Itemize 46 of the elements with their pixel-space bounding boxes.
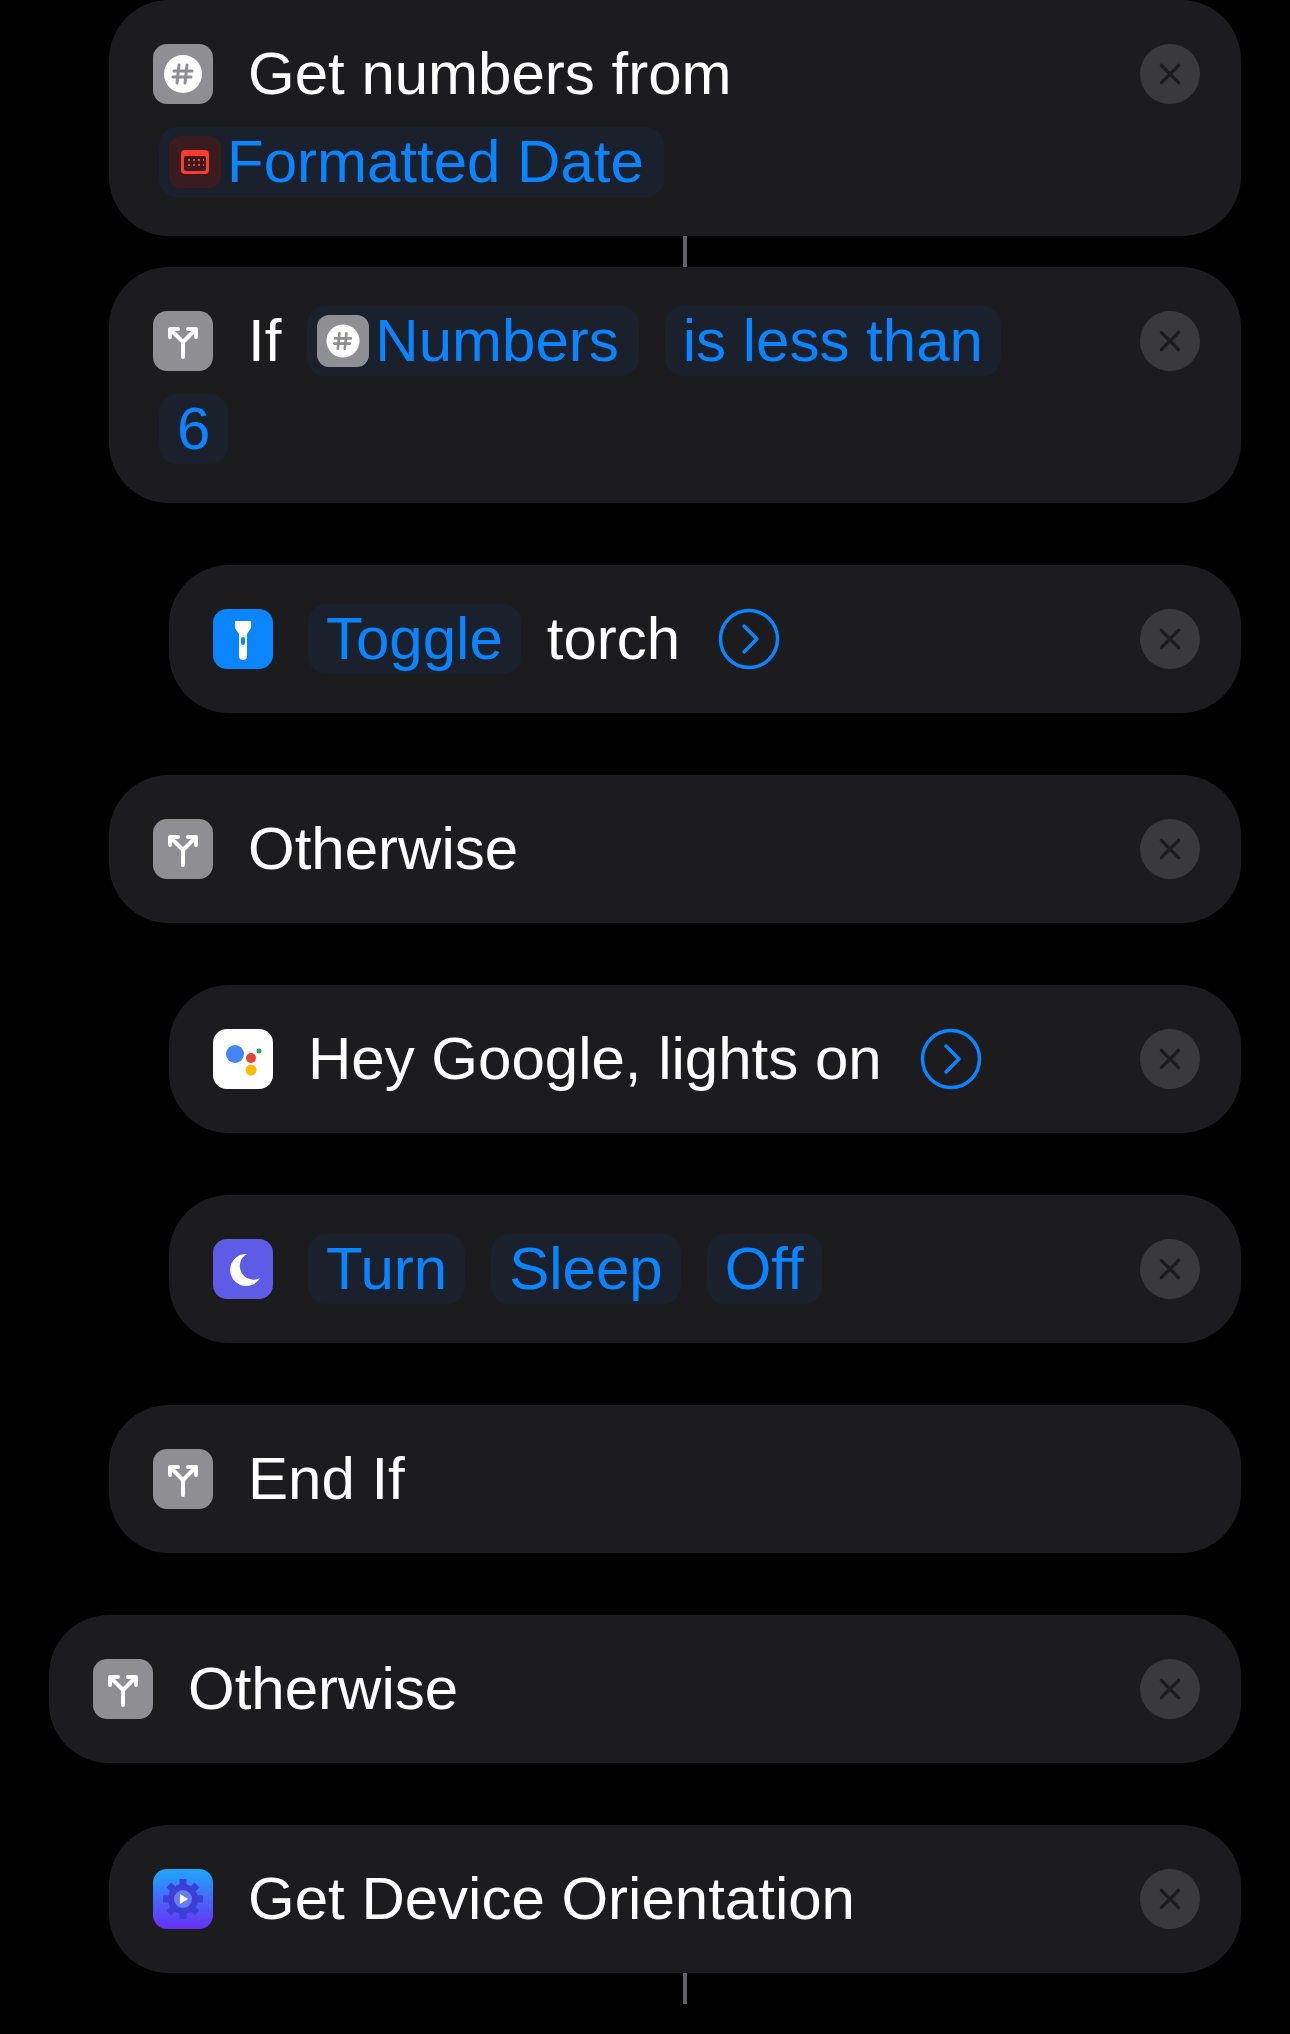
- moon-icon: [213, 1239, 273, 1299]
- action-label: Otherwise: [188, 1659, 459, 1719]
- close-icon: [1157, 1256, 1183, 1282]
- variable-token[interactable]: Sleep: [491, 1234, 681, 1304]
- variable-token[interactable]: Off: [706, 1234, 822, 1304]
- chevron-circle-icon[interactable]: [718, 608, 781, 670]
- action-card[interactable]: Get numbers from Formatted Date: [109, 0, 1241, 236]
- number-icon: [317, 315, 370, 367]
- close-icon: [1157, 328, 1183, 354]
- action-card[interactable]: If Numbers is less than 6: [109, 267, 1241, 503]
- action-label: End If: [248, 1449, 405, 1509]
- action-label: Otherwise: [248, 819, 519, 879]
- action-card[interactable]: Otherwise: [109, 775, 1241, 923]
- action-label: Get numbers from: [248, 44, 732, 104]
- action-card[interactable]: Otherwise: [49, 1615, 1241, 1763]
- action-label: Get Device Orientation: [248, 1869, 855, 1929]
- close-icon: [1157, 836, 1183, 862]
- action-card[interactable]: Get Device Orientation: [109, 1825, 1241, 1973]
- close-icon: [1157, 1886, 1183, 1912]
- branch-icon: [153, 819, 213, 879]
- variable-token[interactable]: Toggle: [308, 604, 521, 674]
- variable-token[interactable]: Turn: [308, 1234, 466, 1304]
- flashlight-icon: [213, 609, 273, 669]
- variable-token[interactable]: 6: [159, 394, 229, 464]
- calendar-icon: [169, 136, 221, 188]
- action-card[interactable]: Toggle torch: [169, 565, 1241, 713]
- close-icon: [1157, 626, 1183, 652]
- gear-icon: [153, 1869, 213, 1929]
- chevron-circle-icon[interactable]: [919, 1028, 982, 1090]
- action-card[interactable]: Hey Google, lights on: [169, 985, 1241, 1133]
- branch-icon: [93, 1659, 153, 1719]
- branch-icon: [153, 1449, 213, 1509]
- number-icon: [153, 44, 213, 104]
- variable-token[interactable]: Formatted Date: [159, 127, 664, 197]
- branch-icon: [153, 311, 213, 371]
- action-label: Hey Google, lights on: [308, 1029, 882, 1089]
- action-card[interactable]: Turn Sleep Off: [169, 1195, 1241, 1343]
- action-label: torch: [546, 609, 681, 669]
- variable-token[interactable]: is less than: [664, 306, 1001, 376]
- action-label: If: [248, 311, 282, 371]
- close-icon: [1157, 61, 1183, 87]
- variable-token[interactable]: Numbers: [307, 306, 639, 376]
- close-icon: [1157, 1046, 1183, 1072]
- assistant-icon: [213, 1029, 273, 1089]
- close-icon: [1157, 1676, 1183, 1702]
- action-card[interactable]: End If: [109, 1405, 1241, 1553]
